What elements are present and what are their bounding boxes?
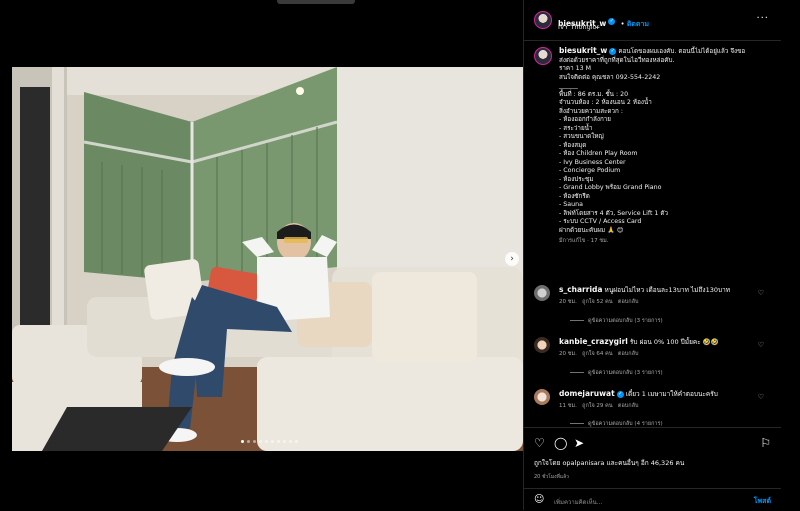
- caption-line: - Sauna: [559, 201, 583, 208]
- caption-line: - Concierge Podium: [559, 167, 621, 174]
- top-scroll-indicator: [277, 0, 355, 4]
- more-icon[interactable]: ···: [756, 13, 769, 24]
- comment-icon[interactable]: ◯: [554, 436, 567, 450]
- post-caption: biesukrit_w ✓ คอนโดของผมเองคับ. ตอนนี้ไม่…: [559, 46, 769, 246]
- post-header: biesukrit_w ✓ • ติดตาม IVY Thonglor ···: [524, 0, 781, 41]
- comment-likes[interactable]: ถูกใจ 29 คน: [582, 403, 613, 409]
- comment-item: s_charrida หนูผ่อนไม่ไหว เดือนละ13บาท ไม…: [534, 285, 774, 330]
- caption-line: - ห้อง Children Play Room: [559, 150, 638, 157]
- bookmark-icon[interactable]: ⚐: [760, 436, 771, 450]
- caption-line: ฝากด้วยนะคับผม 🙏 😊: [559, 226, 624, 234]
- share-icon[interactable]: ➤: [574, 436, 584, 450]
- comment-text: รับ ผ่อน 0% 100 ปีมั้ยคะ 🤣🤣: [629, 338, 719, 346]
- comment-time: 11 ชม.: [559, 403, 577, 409]
- caption-line: ส่งต่อด้วยราคาที่ถูกที่สุดในไอวี่ทองหล่อ…: [559, 56, 675, 64]
- emoji-icon[interactable]: ☺: [534, 494, 544, 505]
- caption-line: สิ่งอำนวยความสะดวก :: [559, 107, 623, 115]
- caption-line: - ห้องสมุด: [559, 141, 587, 149]
- likes-summary[interactable]: ถูกใจโดย opalpanisara และคนอื่นๆ อีก 46,…: [534, 458, 684, 468]
- comment-item: kanbie_crazygirl รับ ผ่อน 0% 100 ปีมั้ยค…: [534, 337, 774, 382]
- add-comment-bar: ☺ เพิ่มความคิดเห็น... โพสต์: [524, 488, 781, 511]
- comment-username[interactable]: domejaruwat: [559, 389, 615, 398]
- post-sidebar: biesukrit_w ✓ • ติดตาม IVY Thonglor ··· b…: [523, 0, 781, 510]
- comment-likes[interactable]: ถูกใจ 64 คน: [582, 351, 613, 357]
- caption-line: - ห้องออกกำลังกาย: [559, 116, 611, 123]
- caption-line: - ห้องประชุม: [559, 175, 594, 183]
- reply-button[interactable]: ตอบกลับ: [618, 351, 639, 357]
- avatar[interactable]: [534, 337, 550, 353]
- avatar[interactable]: [534, 389, 550, 405]
- view-replies[interactable]: ดูข้อความตอบกลับ (3 รายการ): [570, 369, 663, 377]
- caption-line: ______: [559, 82, 578, 89]
- caption-line: สนใจติดต่อ คุณชลา 092-554-2242: [559, 73, 661, 81]
- caption-lead: คอนโดของผมเองคับ. ตอนนี้ไม่ได้อยู่แล้ว จ…: [618, 48, 746, 55]
- caption-line: - Ivy Business Center: [559, 158, 626, 166]
- caption-username[interactable]: biesukrit_w: [559, 46, 607, 55]
- heart-icon[interactable]: ♡: [534, 436, 545, 450]
- caption-line: พื้นที่ : 86 ตร.ม. ชั้น : 20: [559, 90, 629, 98]
- caption-meta: มีการแก้ไข · 17 ชม.: [559, 238, 609, 244]
- comment-text: หนูผ่อนไม่ไหว เดือนละ13บาท ไม่ถึง130บาท: [604, 286, 731, 294]
- heart-icon[interactable]: ♡: [758, 341, 764, 349]
- avatar[interactable]: [534, 285, 550, 301]
- caption-line: - ลิฟท์โดยสาร 4 ตัว, Service Lift 1 ตัว: [559, 209, 669, 217]
- caption-line: - ระบบ CCTV / Access Card: [559, 218, 642, 225]
- add-comment-input[interactable]: เพิ่มความคิดเห็น...: [554, 497, 602, 507]
- heart-icon[interactable]: ♡: [758, 393, 764, 401]
- follow-button[interactable]: ติดตาม: [627, 20, 649, 28]
- carousel-dots: [241, 440, 298, 443]
- verified-badge-icon: ✓: [608, 18, 616, 25]
- caption-line: จำนวนห้อง : 2 ห้องนอน 2 ห้องน้ำ: [559, 99, 652, 106]
- comment-username[interactable]: kanbie_crazygirl: [559, 337, 628, 346]
- caption-line: - Grand Lobby พร้อม Grand Piano: [559, 184, 662, 191]
- chevron-right-icon[interactable]: ›: [505, 252, 519, 266]
- post-button[interactable]: โพสต์: [754, 496, 771, 507]
- action-bar: ♡ ◯ ➤ ⚐: [524, 427, 781, 458]
- comment-text: เดี๋ยว 1 เมษามาให้คำตอบนะครับ: [625, 390, 718, 398]
- post-time: 20 ชั่วโมงที่แล้ว: [534, 474, 569, 480]
- caption-line: - สระว่ายน้ำ: [559, 124, 593, 132]
- caption-line: ราคา 13 M: [559, 65, 592, 72]
- verified-badge-icon: ✓: [616, 390, 624, 398]
- living-room-image: [12, 67, 523, 451]
- reply-button[interactable]: ตอบกลับ: [618, 403, 639, 409]
- avatar[interactable]: [534, 11, 552, 29]
- caption-line: - สวนขนาดใหญ่: [559, 133, 604, 140]
- comment-item: domejaruwat ✓ เดี๋ยว 1 เมษามาให้คำตอบนะคร…: [534, 389, 774, 429]
- comment-likes[interactable]: ถูกใจ 52 คน: [582, 299, 613, 305]
- location-link[interactable]: IVY Thonglor: [558, 23, 599, 31]
- comment-time: 20 ชม.: [559, 351, 577, 357]
- caption-line: - ห้องซักรีด: [559, 192, 590, 200]
- comment-username[interactable]: s_charrida: [559, 285, 602, 294]
- comment-time: 20 ชม.: [559, 299, 577, 305]
- post-photo[interactable]: [12, 67, 523, 451]
- caption-avatar[interactable]: [534, 47, 552, 65]
- heart-icon[interactable]: ♡: [758, 289, 764, 297]
- verified-badge-icon: ✓: [609, 47, 617, 55]
- reply-button[interactable]: ตอบกลับ: [618, 299, 639, 305]
- view-replies[interactable]: ดูข้อความตอบกลับ (3 รายการ): [570, 317, 663, 325]
